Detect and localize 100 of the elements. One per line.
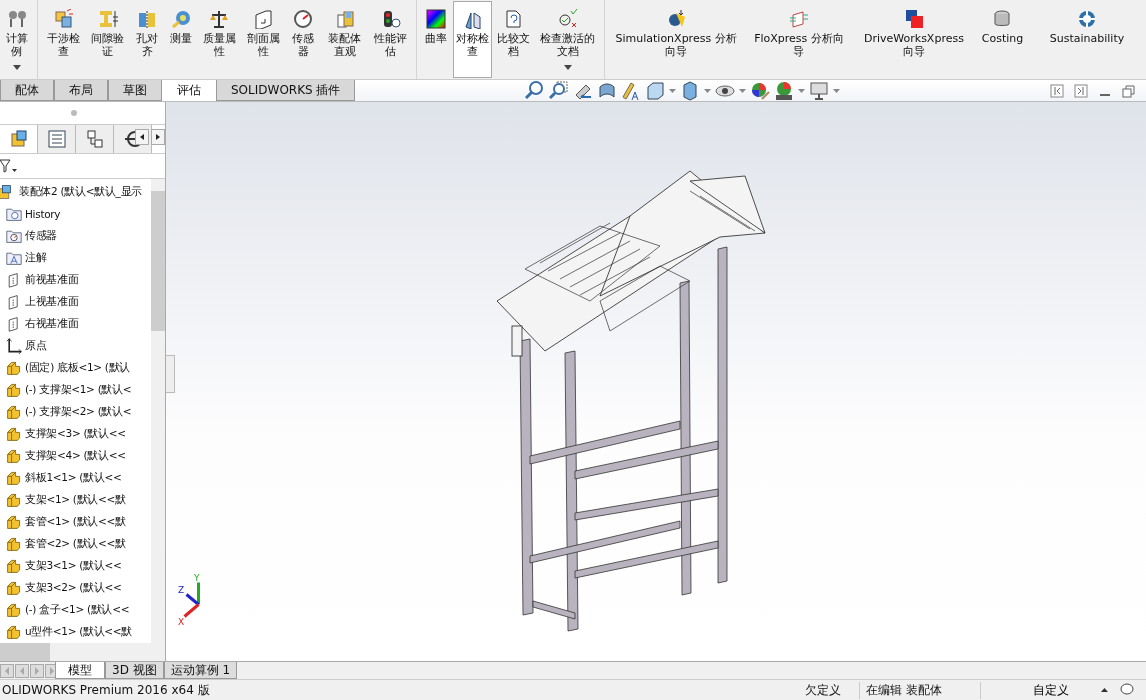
- part-icon: [6, 580, 22, 596]
- tree-item[interactable]: 斜板1<1> (默认<<: [0, 467, 151, 489]
- units-button[interactable]: 自定义: [1001, 680, 1101, 700]
- tree-label: (固定) 底板<1> (默认: [25, 361, 131, 375]
- tab[interactable]: 配体: [0, 80, 54, 101]
- ribbon-button[interactable]: 计算例: [0, 1, 34, 78]
- appearance-icon[interactable]: [750, 80, 771, 101]
- ribbon-button[interactable]: 装配体直观: [321, 1, 368, 78]
- recycle-circle-icon: [1077, 9, 1097, 29]
- tree-item[interactable]: History: [0, 203, 151, 225]
- ribbon-button[interactable]: FloXpress 分析向导: [751, 1, 847, 78]
- monitor-icon[interactable]: [809, 80, 830, 101]
- scale-icon: [209, 9, 230, 29]
- tree-label: 传感器: [25, 229, 58, 243]
- chat-bubble-icon[interactable]: [1120, 683, 1134, 697]
- tree-item[interactable]: 支撑架<3> (默认<<: [0, 423, 151, 445]
- tree-item[interactable]: (-) 支撑架<2> (默认<: [0, 401, 151, 423]
- origin-icon: [6, 338, 22, 354]
- panel-collapse-handle[interactable]: [166, 355, 175, 393]
- tree-label: History: [25, 208, 61, 220]
- ribbon-button[interactable]: 间隙验证: [86, 1, 129, 78]
- tab[interactable]: SOLIDWORKS 插件: [216, 80, 356, 101]
- tree-item[interactable]: u型件<1> (默认<<默: [0, 621, 151, 643]
- ribbon-button[interactable]: Costing: [980, 1, 1024, 78]
- tree-item[interactable]: 原点: [0, 335, 151, 357]
- tab[interactable]: 3D 视图: [105, 662, 164, 679]
- zoom-to-fit-icon[interactable]: [525, 80, 546, 101]
- caret-icon[interactable]: [669, 88, 677, 93]
- ribbon-button[interactable]: 曲率: [420, 1, 451, 78]
- tree-item[interactable]: 注解: [0, 247, 151, 269]
- ribbon-button[interactable]: SimulationXpress 分析向导: [609, 1, 743, 78]
- part-icon: [6, 624, 22, 640]
- part-icon: [6, 426, 22, 442]
- boxes-icon: [53, 9, 74, 29]
- axis-label: X: [178, 618, 185, 627]
- ribbon-button[interactable]: 干涉检查: [42, 1, 85, 78]
- tree-item[interactable]: 支架<1> (默认<<默: [0, 489, 151, 511]
- part-icon: [6, 492, 22, 508]
- caret-icon[interactable]: [739, 88, 747, 93]
- tree-label: 注解: [25, 251, 47, 265]
- ribbon-button[interactable]: 测量: [165, 1, 196, 78]
- section-icon: [253, 9, 274, 29]
- ribbon-button[interactable]: 剖面属性: [242, 1, 285, 78]
- ribbon-button[interactable]: 孔对齐: [130, 1, 164, 78]
- tree-item[interactable]: 套管<2> (默认<<默: [0, 533, 151, 555]
- restore-icon[interactable]: [1122, 83, 1136, 98]
- ribbon-button[interactable]: 检查激活的文档: [535, 1, 601, 78]
- flow-grid-icon: [788, 9, 809, 29]
- scene-icon[interactable]: [774, 80, 795, 101]
- axis-label: Y: [194, 574, 200, 583]
- tree-item[interactable]: 传感器: [0, 225, 151, 247]
- tree-item[interactable]: 支撑架<4> (默认<<: [0, 445, 151, 467]
- filter-icon[interactable]: [0, 159, 18, 173]
- tree-item[interactable]: (固定) 底板<1> (默认: [0, 357, 151, 379]
- ribbon-button[interactable]: 传感器: [286, 1, 320, 78]
- ribbon-button[interactable]: Sustainability: [1032, 1, 1142, 78]
- part-icon: [6, 514, 22, 530]
- ribbon-button[interactable]: 比较文档: [494, 1, 534, 78]
- check-document-icon: [557, 9, 578, 29]
- part-icon: [6, 382, 22, 398]
- simulation-icon: [666, 9, 687, 29]
- mirror-parts-icon: [462, 9, 483, 29]
- horizontal-scrollbar[interactable]: [0, 643, 165, 661]
- scroll-left-icon[interactable]: [135, 129, 149, 145]
- ribbon-button[interactable]: 性能评估: [369, 1, 412, 78]
- tree-item[interactable]: 装配体2 (默认<默认_显示: [0, 181, 151, 203]
- tree-label: u型件<1> (默认<<默: [25, 625, 133, 639]
- ribbon-button[interactable]: DriveWorksXpress 向导: [854, 1, 973, 78]
- configuration-icon: [84, 129, 105, 149]
- tree-item[interactable]: (-) 支撑架<1> (默认<: [0, 379, 151, 401]
- caret-up-icon[interactable]: [1101, 688, 1108, 692]
- axis-label: Z: [178, 586, 185, 595]
- tab[interactable]: 布局: [54, 80, 108, 101]
- tree-item[interactable]: 右视基准面: [0, 313, 151, 335]
- tree-label: 装配体2 (默认<默认_显示: [19, 185, 142, 199]
- tree-item[interactable]: 套管<1> (默认<<默: [0, 511, 151, 533]
- tree-label: 支架<1> (默认<<默: [25, 493, 126, 507]
- tree-label: 上视基准面: [25, 295, 79, 309]
- tree-item[interactable]: 上视基准面: [0, 291, 151, 313]
- section-view-icon[interactable]: [597, 80, 618, 101]
- caret-icon[interactable]: [833, 88, 841, 93]
- tree-item[interactable]: (-) 盒子<1> (默认<<: [0, 599, 151, 621]
- next-window-icon[interactable]: [1074, 83, 1088, 98]
- ribbon-button[interactable]: 质量属性: [197, 1, 241, 78]
- zoom-area-icon[interactable]: [549, 80, 570, 101]
- vertical-scrollbar[interactable]: [151, 179, 165, 643]
- previous-window-icon[interactable]: [1050, 83, 1064, 98]
- scroll-right-icon[interactable]: [151, 129, 165, 145]
- tab[interactable]: 运动算例 1: [163, 662, 238, 679]
- tree-item[interactable]: 支架3<1> (默认<<: [0, 555, 151, 577]
- caret-icon[interactable]: [704, 88, 712, 93]
- tree-item[interactable]: 支架3<2> (默认<<: [0, 577, 151, 599]
- tab[interactable]: 模型: [55, 662, 105, 679]
- hole-icon: [137, 9, 158, 29]
- caret-icon[interactable]: [798, 88, 806, 93]
- tree-label: 斜板1<1> (默认<<: [25, 471, 122, 485]
- ribbon-button[interactable]: 对称检查: [452, 1, 493, 78]
- splitter-grip[interactable]: [70, 110, 77, 116]
- tab[interactable]: 草图: [108, 80, 162, 101]
- tree-item[interactable]: 前视基准面: [0, 269, 151, 291]
